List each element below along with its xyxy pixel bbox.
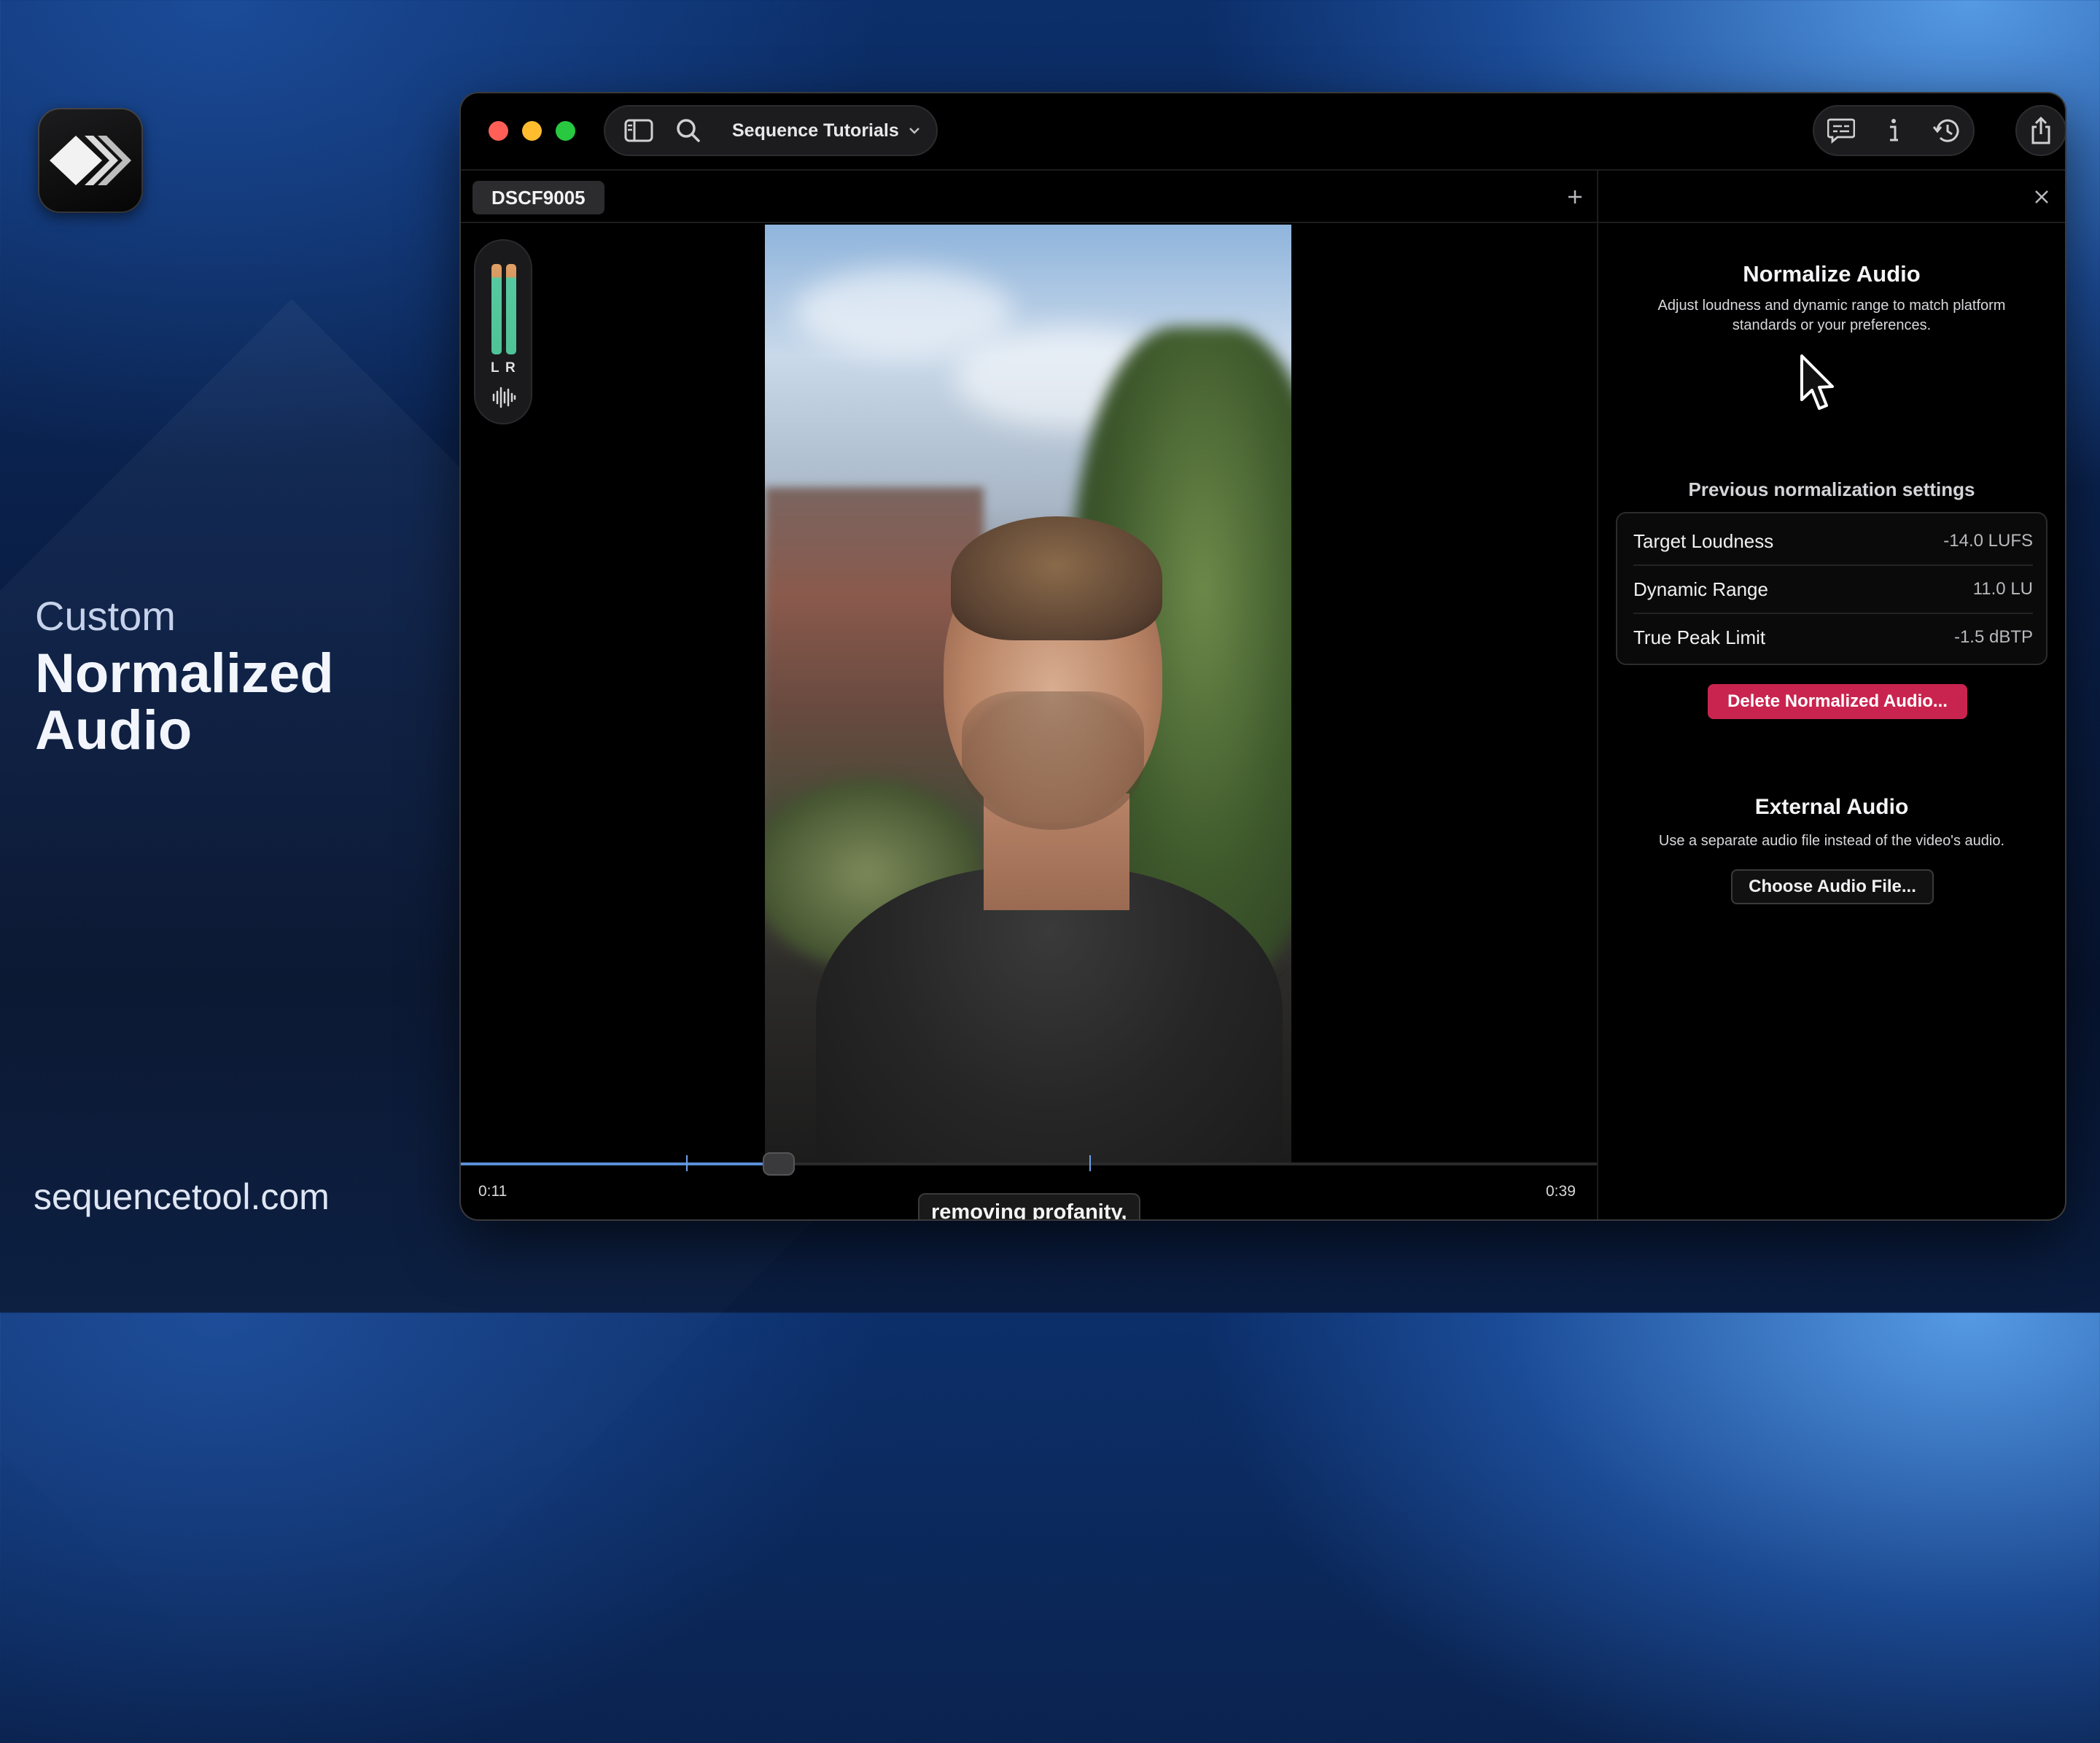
close-panel-button[interactable] [2027,182,2056,211]
promo-subtitle: Custom [35,593,176,639]
setting-label: True Peak Limit [1633,626,1766,648]
video-person-hair [951,516,1162,640]
mouse-pointer-icon [1800,354,1834,410]
external-audio-title: External Audio [1754,795,1909,819]
minimize-window-button[interactable] [522,121,542,141]
current-time: 0:11 [478,1183,508,1200]
chevron-down-icon [909,128,919,134]
setting-row-true-peak: True Peak Limit -1.5 dBTP [1633,614,2033,661]
video-preview[interactable] [765,225,1291,1162]
inspector-pill [1813,105,1975,156]
clip-tab-bar: DSCF9005 [461,169,2065,223]
project-name: Sequence Tutorials [732,120,899,141]
sidebar-toggle-icon [624,119,653,142]
waveform-icon [492,387,516,408]
right-channel-label: R [505,360,516,376]
share-icon [2031,116,2050,144]
zoom-window-button[interactable] [556,121,575,141]
app-logo [38,108,143,213]
promo-title-line1: Normalized [35,643,334,704]
clip-tab[interactable]: DSCF9005 [472,181,604,214]
choose-audio-file-button[interactable]: Choose Audio File... [1731,869,1934,904]
video-person-beard [962,691,1144,830]
history-button[interactable] [1919,106,1973,155]
setting-value: 11.0 LU [1972,579,2033,599]
setting-label: Target Loudness [1633,529,1774,552]
timeline-scrubber[interactable] [461,1152,1597,1176]
close-icon [2035,190,2048,203]
playhead-handle[interactable] [763,1152,796,1176]
app-window: Sequence Tutorials DSCF9005 L R removing… [461,93,2065,1219]
navigation-pill: Sequence Tutorials [604,105,938,156]
waveform-button[interactable] [490,384,518,411]
setting-row-target-loudness: Target Loudness -14.0 LUFS [1633,518,2033,564]
left-channel-label: L [491,360,499,376]
close-window-button[interactable] [489,121,508,141]
video-person-shirt [816,866,1283,1162]
external-audio-description: Use a separate audio file instead of the… [1658,833,2005,849]
title-bar: Sequence Tutorials [461,93,2065,169]
audio-meter: L R [474,239,532,424]
right-channel-level [506,264,516,354]
captions-button[interactable] [1814,106,1868,155]
promo-title-line2: Audio [35,699,192,761]
timeline-progress [461,1162,779,1165]
sidebar-toggle-button[interactable] [611,106,666,155]
setting-row-dynamic-range: Dynamic Range 11.0 LU [1633,566,2033,613]
info-button[interactable] [1868,106,1919,155]
captions-icon [1827,118,1855,144]
total-duration: 0:39 [1546,1183,1576,1200]
subtitle-caption: removing profanity, [918,1193,1140,1219]
setting-value: -14.0 LUFS [1943,531,2033,551]
search-button[interactable] [666,106,710,155]
normalize-audio-description: Adjust loudness and dynamic range to mat… [1657,298,2006,333]
promo-title: Normalized Audio [35,645,334,759]
setting-value: -1.5 dBTP [1953,627,2033,647]
project-selector[interactable]: Sequence Tutorials [732,120,921,141]
delete-normalized-audio-button[interactable]: Delete Normalized Audio... [1708,684,1967,719]
add-tab-button[interactable] [1560,182,1590,211]
video-cloud [794,268,1013,356]
normalize-audio-title: Normalize Audio [1743,261,1921,287]
info-icon [1890,119,1898,141]
plus-icon [1568,190,1582,203]
timeline-marker[interactable] [686,1155,688,1171]
previous-settings-list: Target Loudness -14.0 LUFS Dynamic Range… [1616,512,2048,665]
left-channel-level [491,264,502,354]
search-icon [677,119,700,142]
timeline-marker[interactable] [1089,1155,1091,1171]
history-icon [1932,119,1959,142]
sequence-logo-icon [50,136,131,185]
share-button[interactable] [2015,105,2065,156]
previous-settings-heading: Previous normalization settings [1688,478,1975,500]
website-url: sequencetool.com [34,1176,330,1217]
setting-label: Dynamic Range [1633,578,1768,600]
